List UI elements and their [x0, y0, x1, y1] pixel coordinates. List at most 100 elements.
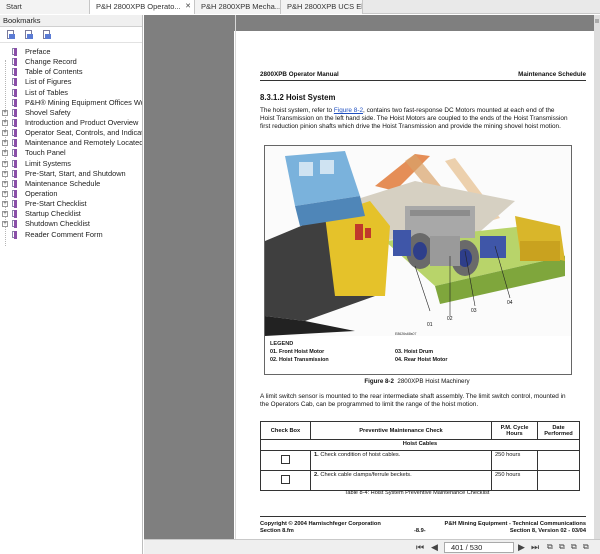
bookmark-item[interactable]: + Pre-Start, Start, and Shutdown	[0, 169, 142, 179]
table-group-label: Hoist Cables	[260, 439, 580, 451]
tab-operator-manual[interactable]: P&H 2800XPB Operato... ✕	[90, 0, 195, 14]
paragraph-text: The hoist system, refer to	[260, 107, 334, 114]
tab-mechanical-manual[interactable]: P&H 2800XPB Mecha...	[195, 0, 281, 14]
expand-icon[interactable]: +	[2, 190, 8, 197]
bookmark-item[interactable]: + Startup Checklist	[0, 209, 142, 219]
tab-label: P&H 2800XPB Mecha...	[201, 2, 281, 11]
bookmarks-title: Bookmarks	[0, 15, 142, 27]
bookmark-page-icon	[12, 108, 18, 117]
expand-icon[interactable]: +	[2, 221, 8, 228]
expand-icon[interactable]: +	[2, 211, 8, 218]
legend-item: 02. Hoist Transmission	[270, 357, 329, 363]
date-cell	[537, 470, 580, 491]
legend-item: 03. Hoist Drum	[395, 349, 434, 355]
footer-rule	[260, 516, 586, 517]
bookmark-item[interactable]: List of Figures	[0, 77, 142, 87]
column-header: Check Box	[260, 421, 311, 440]
expand-icon[interactable]: +	[2, 170, 8, 177]
document-viewport[interactable]: 2800XPB Operator Manual Maintenance Sche…	[144, 15, 600, 539]
facing-icon[interactable]: ⧉	[571, 542, 577, 552]
bookmark-item[interactable]: + Operator Seat, Controls, and Indicato	[0, 128, 142, 138]
bookmark-list: Preface Change Record Table of Contents …	[0, 43, 142, 240]
previous-page-icon[interactable]: ◀	[431, 542, 438, 552]
expand-icon[interactable]: +	[2, 180, 8, 187]
bookmark-page-icon	[12, 159, 18, 168]
bookmark-item[interactable]: + Touch Panel	[0, 148, 142, 158]
bookmark-item[interactable]: Change Record	[0, 57, 142, 67]
legend-item: 01. Front Hoist Motor	[270, 349, 325, 355]
checkbox[interactable]	[281, 475, 290, 484]
close-icon[interactable]: ✕	[185, 0, 191, 14]
bookmark-item[interactable]: P&H® Mining Equipment Offices Worl	[0, 98, 142, 108]
bookmarks-toolbar	[0, 27, 142, 43]
bookmark-page-icon	[12, 139, 18, 148]
page-header-left: 2800XPB Operator Manual	[260, 71, 339, 78]
table-row: 1. Check condition of hoist cables. 250 …	[260, 450, 580, 471]
expand-icon[interactable]: +	[2, 130, 8, 137]
expand-icon[interactable]: +	[2, 119, 8, 126]
footer-publisher: P&H Mining Equipment - Technical Communi…	[444, 521, 586, 527]
check-text-cell: 1. Check condition of hoist cables.	[310, 450, 492, 471]
table-caption: Table 8-4: Hoist System Preventive Maint…	[344, 490, 490, 496]
bookmark-item[interactable]: List of Tables	[0, 88, 142, 98]
expand-icon[interactable]: +	[2, 109, 8, 116]
bookmark-item[interactable]: + Shutdown Checklist	[0, 219, 142, 229]
page-header-right: Maintenance Schedule	[518, 71, 586, 78]
column-header: P.M. Cycle Hours	[491, 421, 538, 440]
vertical-scrollbar[interactable]	[594, 15, 600, 539]
tab-label: P&H 2800XPB Operato...	[96, 2, 181, 11]
first-page-icon[interactable]: ⏮	[416, 542, 424, 552]
bookmark-item[interactable]: + Maintenance and Remotely Located C	[0, 138, 142, 148]
bookmark-item[interactable]: + Shovel Safety	[0, 108, 142, 118]
expand-icon[interactable]: +	[2, 140, 8, 147]
callout-02: 02	[447, 316, 453, 322]
bookmark-page-icon	[12, 129, 18, 138]
bookmark-item[interactable]: + Limit Systems	[0, 159, 142, 169]
table-header-row: Check Box Preventive Maintenance Check P…	[260, 421, 580, 440]
bookmark-page-icon	[12, 220, 18, 229]
bookmark-page-icon	[12, 210, 18, 219]
page-number-input[interactable]: 401 / 530	[444, 542, 514, 553]
bookmark-item[interactable]: Table of Contents	[0, 67, 142, 77]
figure-caption: Figure 8-2 2800XPB Hoist Machinery	[234, 378, 600, 385]
tab-start[interactable]: Start	[0, 0, 90, 14]
column-header: Preventive Maintenance Check	[310, 421, 492, 440]
bookmark-item[interactable]: Preface	[0, 47, 142, 57]
bookmark-page-icon	[12, 78, 18, 87]
last-page-icon[interactable]: ⏭	[531, 542, 539, 552]
find-bookmark-icon[interactable]	[42, 29, 52, 40]
two-page-icon[interactable]: ⧉	[547, 542, 553, 552]
caption-label: Figure 8-2	[364, 378, 394, 385]
expand-icon[interactable]: +	[2, 150, 8, 157]
callout-01: 01	[427, 322, 433, 328]
legend-title: LEGEND	[270, 341, 294, 347]
bookmark-page-icon	[12, 200, 18, 209]
bookmark-item[interactable]: Reader Comment Form	[0, 230, 142, 240]
figure-link[interactable]: Figure 8-2	[334, 107, 363, 114]
checkbox[interactable]	[281, 455, 290, 464]
callout-03: 03	[471, 308, 477, 314]
bookmark-page-icon	[12, 48, 18, 56]
bookmark-item[interactable]: + Operation	[0, 189, 142, 199]
expand-icon[interactable]: +	[2, 201, 8, 208]
next-page-icon[interactable]: ▶	[518, 542, 525, 552]
scroll-thumb[interactable]	[595, 19, 599, 23]
tab-bar: Start P&H 2800XPB Operato... ✕ P&H 2800XP…	[0, 0, 600, 14]
bookmark-item[interactable]: + Pre-Start Checklist	[0, 199, 142, 209]
maintenance-checklist-table: Check Box Preventive Maintenance Check P…	[260, 421, 580, 491]
expand-icon[interactable]: +	[2, 160, 8, 167]
bookmark-page-icon	[12, 68, 18, 77]
bookmark-item[interactable]: + Maintenance Schedule	[0, 179, 142, 189]
continuous-icon[interactable]: ⧉	[559, 542, 565, 552]
bookmark-page-icon	[12, 169, 18, 178]
tab-ucs-electrical-manual[interactable]: P&H 2800XPB UCS El...	[281, 0, 363, 14]
hoist-paragraph: The hoist system, refer to Figure 8-2, c…	[260, 107, 570, 131]
expand-bookmarks-icon[interactable]	[6, 29, 16, 40]
footer-right: P&H Mining Equipment - Technical Communi…	[445, 521, 586, 535]
single-page-icon[interactable]: ⧉	[583, 542, 589, 552]
limit-switch-paragraph: A limit switch sensor is mounted to the …	[260, 393, 566, 408]
check-number: 1.	[314, 452, 319, 458]
collapse-bookmarks-icon[interactable]	[24, 29, 34, 40]
bookmark-page-icon	[12, 189, 18, 198]
bookmark-item[interactable]: + Introduction and Product Overview	[0, 118, 142, 128]
